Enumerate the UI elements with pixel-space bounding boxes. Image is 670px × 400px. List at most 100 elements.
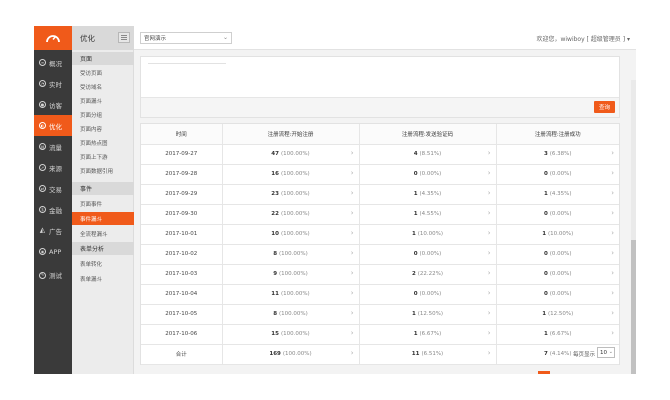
chevron-right-icon[interactable]: › <box>488 269 491 277</box>
sidebar-item-app[interactable]: ◉ APP <box>34 241 72 262</box>
row-step-cell[interactable]: 0 (0.00%) › <box>359 284 497 305</box>
chevron-right-icon[interactable]: › <box>351 189 354 197</box>
row-step-cell[interactable]: 0 (0.00%) › <box>496 264 619 285</box>
chevron-right-icon[interactable]: › <box>488 329 491 337</box>
sidebar-item-finance[interactable]: $ 金融 <box>34 199 72 220</box>
chevron-right-icon[interactable]: › <box>488 249 491 257</box>
chevron-right-icon[interactable]: › <box>351 149 354 157</box>
chevron-right-icon[interactable]: › <box>611 289 614 297</box>
row-step-cell[interactable]: 1 (6.67%) › <box>496 324 619 345</box>
row-step-cell[interactable]: 11 (100.00%) › <box>222 284 360 305</box>
row-step-cell[interactable]: 1 (4.35%) › <box>496 184 619 205</box>
user-menu[interactable]: 欢迎您，wiwiboy [ 超级管理员 ] ▾ <box>536 34 630 43</box>
chevron-right-icon[interactable]: › <box>351 349 354 357</box>
submenu-item-page-content[interactable]: 页面内容 <box>72 122 134 135</box>
row-step-cell[interactable]: 3 (6.38%) › <box>496 144 619 165</box>
query-button[interactable]: 查询 <box>594 101 615 113</box>
site-select[interactable]: 官网演示 ⌄ <box>140 32 232 44</box>
chevron-right-icon[interactable]: › <box>488 209 491 217</box>
chevron-right-icon[interactable]: › <box>351 209 354 217</box>
row-step-cell[interactable]: 15 (100.00%) › <box>222 324 360 345</box>
main-content: 查询 时间 注册流程:开始注册 注册流程:发送验证码 注册流程:注册成功 201… <box>134 50 636 374</box>
row-step-cell[interactable]: 0 (0.00%) › <box>359 164 497 185</box>
page-size-select[interactable]: 10 ⌄ <box>597 347 615 358</box>
chevron-right-icon[interactable]: › <box>611 149 614 157</box>
chevron-right-icon[interactable]: › <box>351 309 354 317</box>
chevron-right-icon[interactable]: › <box>488 349 491 357</box>
chevron-right-icon[interactable]: › <box>488 149 491 157</box>
row-step-cell[interactable]: 47 (100.00%) › <box>222 144 360 165</box>
row-step-cell[interactable]: 1 (10.00%) › <box>359 224 497 245</box>
chevron-right-icon[interactable]: › <box>611 169 614 177</box>
submenu-item-visited-pages[interactable]: 受访页面 <box>72 66 134 79</box>
chevron-right-icon[interactable]: › <box>488 309 491 317</box>
sidebar-item-overview[interactable]: ≡ 概况 <box>34 52 72 73</box>
submenu-item-full-funnel[interactable]: 全流程漏斗 <box>72 227 134 240</box>
row-step-cell[interactable]: 8 (100.00%) › <box>222 244 360 265</box>
chevron-right-icon[interactable]: › <box>488 289 491 297</box>
submenu-item-visited-domains[interactable]: 受访域名 <box>72 80 134 93</box>
sidebar-item-optimize[interactable]: ◐ 优化 <box>34 115 72 136</box>
submenu-group-form[interactable]: 表单分析 <box>72 242 134 255</box>
row-step-cell[interactable]: 23 (100.00%) › <box>222 184 360 205</box>
chevron-right-icon[interactable]: › <box>351 289 354 297</box>
chevron-right-icon[interactable]: › <box>611 269 614 277</box>
submenu-item-page-funnel[interactable]: 页面漏斗 <box>72 94 134 107</box>
chevron-right-icon[interactable]: › <box>611 209 614 217</box>
submenu-item-page-group[interactable]: 页面分组 <box>72 108 134 121</box>
row-step-cell[interactable]: 22 (100.00%) › <box>222 204 360 225</box>
submenu-item-form-funnel[interactable]: 表单漏斗 <box>72 272 134 285</box>
submenu-item-form-conversion[interactable]: 表单转化 <box>72 257 134 270</box>
row-step-cell[interactable]: 1 (4.55%) › <box>359 204 497 225</box>
row-step-cell[interactable]: 0 (0.00%) › <box>496 244 619 265</box>
sidebar-item-visitors[interactable]: ● 访客 <box>34 94 72 115</box>
sidebar-item-ads[interactable]: ◭ 广告 <box>34 220 72 241</box>
row-step-cell[interactable]: 16 (100.00%) › <box>222 164 360 185</box>
row-step-cell[interactable]: 0 (0.00%) › <box>496 284 619 305</box>
submenu-group-event[interactable]: 事件 <box>72 182 134 195</box>
row-step-cell[interactable]: 0 (0.00%) › <box>496 164 619 185</box>
sidebar-item-test[interactable]: ✎ 测试 <box>34 262 72 288</box>
submenu-item-heatmap[interactable]: 页面热点图 <box>72 136 134 149</box>
row-step-cell[interactable]: 1 (12.50%) › <box>496 304 619 325</box>
submenu-item-page-flow[interactable]: 页面上下游 <box>72 150 134 163</box>
chevron-right-icon[interactable]: › <box>351 329 354 337</box>
chevron-right-icon[interactable]: › <box>351 229 354 237</box>
sidebar-item-source[interactable]: ➚ 来源 <box>34 157 72 178</box>
row-step-cell[interactable]: 4 (8.51%) › <box>359 144 497 165</box>
row-step-cell[interactable]: 1 (12.50%) › <box>359 304 497 325</box>
chevron-right-icon[interactable]: › <box>488 169 491 177</box>
row-step-cell[interactable]: 8 (100.00%) › <box>222 304 360 325</box>
chevron-right-icon[interactable]: › <box>611 249 614 257</box>
chevron-right-icon[interactable]: › <box>351 269 354 277</box>
chevron-right-icon[interactable]: › <box>351 169 354 177</box>
row-step-cell[interactable]: 0 (0.00%) › <box>359 244 497 265</box>
chevron-right-icon[interactable]: › <box>611 329 614 337</box>
chevron-right-icon[interactable]: › <box>488 189 491 197</box>
scrollbar-thumb[interactable] <box>631 240 636 374</box>
row-step-cell[interactable]: 1 (6.67%) › <box>359 324 497 345</box>
chevron-right-icon[interactable]: › <box>488 229 491 237</box>
row-step-cell[interactable]: 1 (4.35%) › <box>359 184 497 205</box>
scrollbar[interactable] <box>631 80 636 374</box>
submenu-item-page-event[interactable]: 页面事件 <box>72 197 134 210</box>
submenu-group-page[interactable]: 页面 <box>72 52 134 65</box>
row-step-cell[interactable]: 9 (100.00%) › <box>222 264 360 285</box>
row-step-cell[interactable]: 10 (100.00%) › <box>222 224 360 245</box>
row-step-cell[interactable]: 169 (100.00%) › <box>222 344 360 365</box>
chevron-right-icon[interactable]: › <box>351 249 354 257</box>
chevron-right-icon[interactable]: › <box>611 189 614 197</box>
chevron-right-icon[interactable]: › <box>611 309 614 317</box>
submenu-item-page-data-ref[interactable]: 页面数据引用 <box>72 164 134 177</box>
row-step-cell[interactable]: 11 (6.51%) › <box>359 344 497 365</box>
row-step-cell[interactable]: 0 (0.00%) › <box>496 204 619 225</box>
submenu-item-event-funnel[interactable]: 事件漏斗 <box>72 212 134 225</box>
sidebar-item-traffic[interactable]: ▤ 流量 <box>34 136 72 157</box>
chevron-right-icon[interactable]: › <box>611 229 614 237</box>
sidebar-item-transaction[interactable]: ⇄ 交易 <box>34 178 72 199</box>
row-step-cell[interactable]: 2 (22.22%) › <box>359 264 497 285</box>
menu-toggle-icon[interactable] <box>118 32 130 43</box>
logo[interactable] <box>34 26 72 50</box>
row-step-cell[interactable]: 1 (10.00%) › <box>496 224 619 245</box>
sidebar-item-realtime[interactable]: ◔ 实时 <box>34 73 72 94</box>
